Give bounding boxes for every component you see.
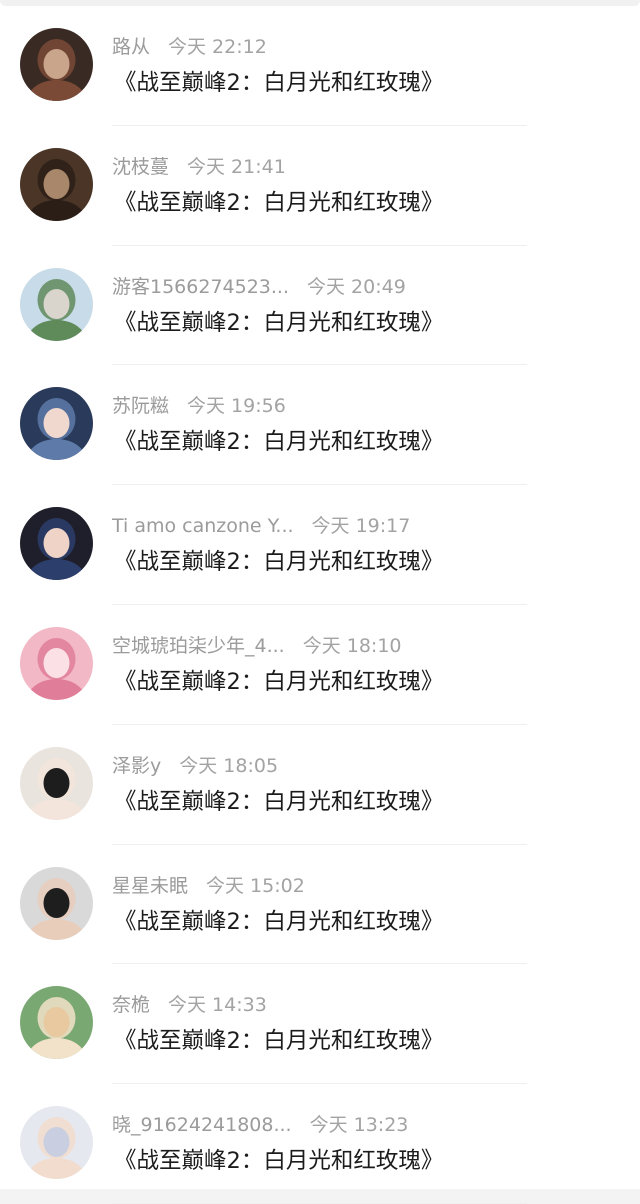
avatar[interactable]	[20, 147, 93, 221]
message-text: 《战至巅峰2：白月光和红玫瑰》	[114, 429, 444, 456]
landscape-watermelon-avatar	[20, 267, 93, 341]
man-in-suit-avatar	[20, 866, 93, 940]
message-text: 《战至巅峰2：白月光和红玫瑰》	[114, 1148, 444, 1175]
message-time: 今天 20:49	[307, 275, 406, 298]
message-meta: 星星未眠 今天 15:02	[112, 873, 612, 899]
message-text: 《战至巅峰2：白月光和红玫瑰》	[114, 908, 444, 935]
girl-with-bow-avatar	[20, 387, 93, 461]
message-list-item[interactable]: 晓_91624241808... 今天 13:23 《战至巅峰2：白月光和红玫瑰》	[0, 1084, 640, 1204]
avatar[interactable]	[20, 507, 93, 581]
avatar[interactable]	[20, 267, 93, 341]
message-list-item[interactable]: 沈枝蔓 今天 21:41 《战至巅峰2：白月光和红玫瑰》	[0, 126, 640, 246]
message-time: 今天 15:02	[206, 874, 305, 897]
sender-name: 路从	[112, 36, 151, 58]
message-meta: Ti amo canzone Y... 今天 19:17	[112, 513, 612, 539]
dark-hair-girl-avatar	[20, 746, 93, 820]
message-time: 今天 22:12	[168, 36, 267, 58]
sender-name: 泽影y	[112, 754, 162, 777]
message-list: 路从 今天 22:12 《战至巅峰2：白月光和红玫瑰》 沈枝蔓 今天 21:41 《…	[0, 6, 640, 1204]
sender-name: Ti amo canzone Y...	[112, 515, 294, 538]
message-time: 今天 18:05	[179, 754, 279, 777]
message-text: 《战至巅峰2：白月光和红玫瑰》	[114, 1028, 444, 1055]
sender-name: 沈枝蔓	[112, 155, 170, 178]
message-list-item[interactable]: 路从 今天 22:12 《战至巅峰2：白月光和红玫瑰》	[0, 6, 640, 126]
sender-name: 苏阮糍	[112, 395, 170, 418]
message-list-item[interactable]: 苏阮糍 今天 19:56 《战至巅峰2：白月光和红玫瑰》	[0, 365, 640, 486]
message-text: 《战至巅峰2：白月光和红玫瑰》	[114, 309, 444, 336]
message-list-item[interactable]: 奈桅 今天 14:33 《战至巅峰2：白月光和红玫瑰》	[0, 964, 640, 1085]
avatar[interactable]	[20, 387, 93, 461]
message-meta: 空城琥珀柒少年_4... 今天 18:10	[112, 633, 612, 659]
message-time: 今天 19:17	[311, 515, 411, 538]
message-time: 今天 18:10	[302, 634, 402, 657]
avatar[interactable]	[20, 866, 93, 940]
sender-name: 空城琥珀柒少年_4...	[112, 634, 285, 657]
girl-in-garden-avatar	[20, 986, 93, 1060]
message-text: 《战至巅峰2：白月光和红玫瑰》	[114, 788, 444, 815]
sender-name: 星星未眠	[112, 874, 189, 897]
message-text: 《战至巅峰2：白月光和红玫瑰》	[114, 668, 444, 695]
message-list-item[interactable]: Ti amo canzone Y... 今天 19:17 《战至巅峰2：白月光和红…	[0, 485, 640, 605]
message-meta: 路从 今天 22:12	[112, 34, 612, 60]
sender-name: 晓_91624241808...	[112, 1114, 292, 1137]
couple-portrait-avatar	[20, 147, 93, 221]
message-meta: 晓_91624241808... 今天 13:23	[112, 1112, 612, 1138]
message-text: 《战至巅峰2：白月光和红玫瑰》	[114, 549, 444, 576]
message-meta: 泽影y 今天 18:05	[112, 753, 612, 779]
avatar[interactable]	[20, 28, 93, 101]
avatar[interactable]	[20, 986, 93, 1060]
avatar[interactable]	[20, 626, 93, 700]
sender-name: 游客1566274523...	[112, 275, 290, 298]
sender-name: 奈桅	[112, 994, 151, 1017]
message-list-item[interactable]: 空城琥珀柒少年_4... 今天 18:10 《战至巅峰2：白月光和红玫瑰》	[0, 605, 640, 725]
pink-anime-girl-avatar	[20, 626, 93, 700]
message-meta: 游客1566274523... 今天 20:49	[112, 274, 612, 300]
message-time: 今天 14:33	[168, 994, 267, 1017]
message-time: 今天 19:56	[187, 395, 286, 418]
message-text: 《战至巅峰2：白月光和红玫瑰》	[114, 70, 444, 96]
message-text: 《战至巅峰2：白月光和红玫瑰》	[114, 189, 444, 216]
message-list-item[interactable]: 游客1566274523... 今天 20:49 《战至巅峰2：白月光和红玫瑰》	[0, 246, 640, 366]
avatar[interactable]	[20, 1106, 93, 1180]
message-list-card: 路从 今天 22:12 《战至巅峰2：白月光和红玫瑰》 沈枝蔓 今天 21:41 《…	[0, 0, 640, 1204]
message-list-item[interactable]: 泽影y 今天 18:05 《战至巅峰2：白月光和红玫瑰》	[0, 725, 640, 845]
message-meta: 苏阮糍 今天 19:56	[112, 393, 612, 419]
woman-portrait-avatar	[20, 28, 93, 101]
message-meta: 奈桅 今天 14:33	[112, 992, 612, 1018]
message-time: 今天 13:23	[309, 1114, 409, 1137]
message-list-item[interactable]: 星星未眠 今天 15:02 《战至巅峰2：白月光和红玫瑰》	[0, 845, 640, 965]
two-girls-avatar	[20, 507, 93, 581]
message-meta: 沈枝蔓 今天 21:41	[112, 154, 612, 180]
avatar[interactable]	[20, 746, 93, 820]
message-time: 今天 21:41	[187, 155, 286, 178]
anime-girl-white-avatar	[20, 1106, 93, 1180]
